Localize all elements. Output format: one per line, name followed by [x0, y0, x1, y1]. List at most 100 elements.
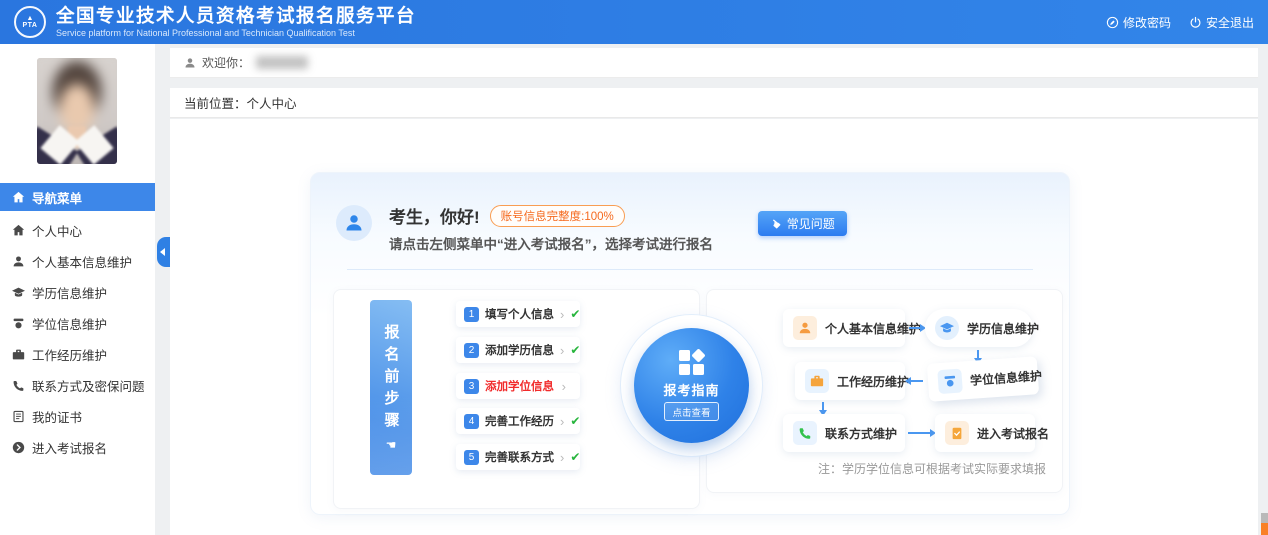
logout-button[interactable]: 安全退出 — [1189, 14, 1254, 31]
flow-node-label: 联系方式维护 — [825, 425, 897, 442]
sidebar-item-nav-menu[interactable]: 导航菜单 — [0, 183, 155, 211]
sidebar-item-enter-registration[interactable]: 进入考试报名 — [0, 432, 155, 463]
page: ▲ PTA 全国专业技术人员资格考试报名服务平台 Service platfor… — [0, 0, 1268, 535]
platform-title: 全国专业技术人员资格考试报名服务平台 — [56, 6, 416, 26]
step-number: 1 — [464, 307, 479, 322]
chevron-right-icon: › — [560, 344, 564, 357]
main-content: 考生，你好! 账号信息完整度:100% 请点击左侧菜单中“进入考试报名”，选择考… — [170, 119, 1258, 535]
sidebar-item-basic-info[interactable]: 个人基本信息维护 — [0, 246, 155, 277]
avatar — [336, 205, 372, 241]
logo-text: PTA — [23, 22, 38, 30]
sidebar-item-education-info[interactable]: 学历信息维护 — [0, 277, 155, 308]
steps-banner-title: 报名前步骤 — [381, 324, 402, 434]
sidebar-item-label: 学历信息维护 — [32, 283, 107, 302]
sidebar-item-contact-security[interactable]: 联系方式及密保问题 — [0, 370, 155, 401]
logo-emblem-icon: ▲ — [27, 15, 34, 22]
arrow-right-icon — [908, 432, 931, 434]
step-row-4[interactable]: 4 完善工作经历 › ✔ — [456, 408, 580, 434]
breadcrumb-current: 当前位置：个人中心 — [184, 93, 297, 112]
phone-icon — [12, 379, 25, 392]
briefcase-icon — [805, 369, 829, 393]
floating-widget-edge[interactable] — [1261, 513, 1268, 535]
flow-node-degree-info[interactable]: 学位信息维护 — [927, 356, 1039, 402]
change-password-button[interactable]: 修改密码 — [1106, 14, 1171, 31]
certificate-icon — [12, 410, 25, 423]
header-titles: 全国专业技术人员资格考试报名服务平台 Service platform for … — [56, 6, 416, 38]
steps-banner: 报名前步骤 ☚ — [370, 300, 412, 475]
sidebar-item-label: 进入考试报名 — [32, 438, 107, 457]
graduation-cap-icon — [12, 286, 25, 299]
header-actions: 修改密码 安全退出 — [1106, 14, 1254, 31]
sidebar-item-label: 个人基本信息维护 — [32, 252, 132, 271]
welcome-label: 欢迎你： — [202, 54, 250, 71]
arrow-right-icon — [909, 327, 921, 329]
flow-node-label: 进入考试报名 — [977, 425, 1049, 442]
completeness-badge: 账号信息完整度:100% — [490, 205, 625, 227]
sidebar-item-work-history[interactable]: 工作经历维护 — [0, 339, 155, 370]
instruction-text: 请点击左侧菜单中“进入考试报名”，选择考试进行报名 — [389, 233, 713, 253]
sidebar-menu: 导航菜单 个人中心 个人基本信息维护 学历信息维护 学位信息维护 工作经历维护 — [0, 183, 155, 463]
medal-icon — [937, 368, 963, 394]
flow-node-basic-info[interactable]: 个人基本信息维护 — [783, 309, 905, 347]
chevron-right-icon: › — [562, 380, 566, 393]
user-icon — [12, 255, 25, 268]
masked-username — [256, 56, 308, 69]
step-row-3[interactable]: 3 添加学位信息 › — [456, 373, 580, 399]
step-number: 4 — [464, 414, 479, 429]
flow-node-education-info[interactable]: 学历信息维护 — [925, 309, 1033, 347]
sidebar-item-my-certificates[interactable]: 我的证书 — [0, 401, 155, 432]
faq-button-label: 常见问题 — [787, 215, 835, 232]
faq-button[interactable]: ☚ 常见问题 — [758, 211, 847, 236]
sidebar: 导航菜单 个人中心 个人基本信息维护 学历信息维护 学位信息维护 工作经历维护 — [0, 44, 155, 535]
enter-arrow-icon — [12, 441, 25, 454]
flow-node-work-history[interactable]: 工作经历维护 — [795, 362, 905, 400]
medal-icon — [12, 317, 25, 330]
photo-clothing — [37, 124, 117, 164]
user-icon — [344, 213, 364, 233]
home-icon — [12, 191, 25, 204]
step-number: 5 — [464, 450, 479, 465]
chevron-right-icon: › — [560, 308, 564, 321]
guide-title: 报考指南 — [663, 380, 719, 399]
sidebar-item-label: 我的证书 — [32, 407, 82, 426]
flow-note: 注：学历学位信息可根据考试实际要求填报 — [818, 460, 1046, 477]
step-number: 3 — [464, 379, 479, 394]
flow-node-label: 学历信息维护 — [967, 320, 1039, 337]
grid-diamond-icon — [679, 350, 704, 375]
sidebar-item-label: 学位信息维护 — [32, 314, 107, 333]
sidebar-item-label: 工作经历维护 — [32, 345, 107, 364]
arrow-down-icon — [977, 350, 979, 359]
step-row-5[interactable]: 5 完善联系方式 › ✔ — [456, 444, 580, 470]
greeting-row: 考生，你好! 账号信息完整度:100% — [389, 203, 625, 228]
step-row-2[interactable]: 2 添加学历信息 › ✔ — [456, 337, 580, 363]
exam-guide-button[interactable]: 报考指南 点击查看 — [634, 328, 749, 443]
edit-circle-icon — [1106, 16, 1119, 29]
flow-node-enter-registration[interactable]: 进入考试报名 — [935, 414, 1035, 452]
platform-subtitle: Service platform for National Profession… — [56, 28, 416, 38]
logout-label: 安全退出 — [1206, 14, 1254, 31]
phone-icon — [793, 421, 817, 445]
chevron-right-icon: › — [560, 415, 564, 428]
step-row-1[interactable]: 1 填写个人信息 › ✔ — [456, 301, 580, 327]
sidebar-item-personal-center[interactable]: 个人中心 — [0, 215, 155, 246]
flow-node-label: 个人基本信息维护 — [825, 320, 921, 337]
arrow-down-icon — [822, 402, 824, 411]
flow-node-label: 工作经历维护 — [837, 373, 909, 390]
guide-view-button[interactable]: 点击查看 — [664, 402, 718, 421]
hand-pointer-icon: ☚ — [386, 438, 397, 452]
check-icon: ✔ — [570, 415, 580, 427]
flow-node-contact-info[interactable]: 联系方式维护 — [783, 414, 905, 452]
hand-pointer-icon: ☚ — [767, 215, 784, 233]
check-icon: ✔ — [570, 344, 580, 356]
step-label: 填写个人信息 — [485, 306, 554, 322]
chevron-right-icon: › — [560, 451, 564, 464]
user-icon — [184, 57, 196, 69]
flow-node-label: 学位信息维护 — [969, 366, 1042, 388]
power-icon — [1189, 16, 1202, 29]
step-number: 2 — [464, 343, 479, 358]
sidebar-item-degree-info[interactable]: 学位信息维护 — [0, 308, 155, 339]
app-header: ▲ PTA 全国专业技术人员资格考试报名服务平台 Service platfor… — [0, 0, 1268, 44]
user-icon — [793, 316, 817, 340]
sidebar-collapse-handle[interactable] — [157, 237, 170, 267]
welcome-bar: 欢迎你： — [170, 48, 1258, 78]
